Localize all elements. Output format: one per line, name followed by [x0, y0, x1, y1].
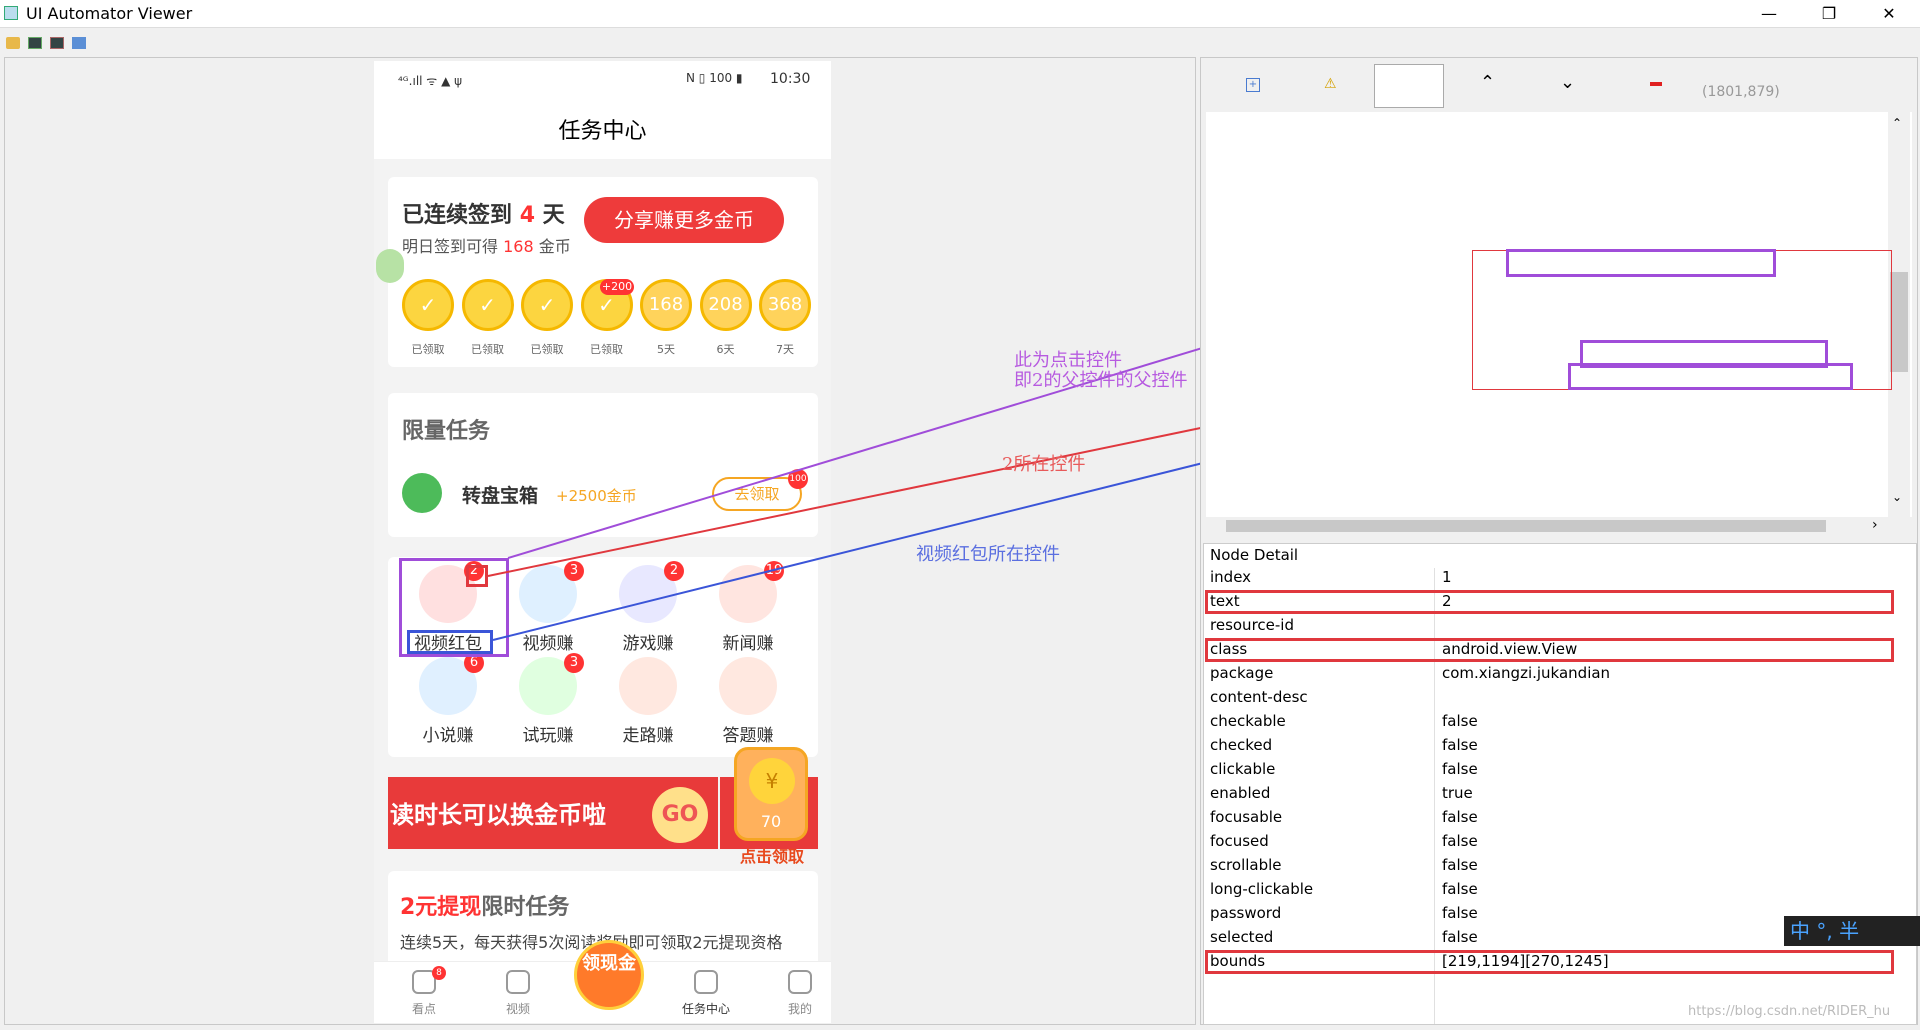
detail-key: focusable	[1210, 808, 1283, 826]
detail-key: password	[1210, 904, 1282, 922]
scroll-down-icon[interactable]: ⌄	[1892, 490, 1902, 504]
detail-key: resource-id	[1210, 616, 1294, 634]
hscroll-thumb[interactable]	[1226, 520, 1826, 532]
warning-icon[interactable]: ⚠	[1324, 76, 1337, 92]
tree-clicked-node-box	[1506, 249, 1776, 277]
cursor-coordinates: (1801,879)	[1702, 84, 1780, 100]
detail-value: false	[1442, 928, 1478, 946]
detail-key: checked	[1210, 736, 1273, 754]
detail-row[interactable]: focusable false	[1204, 808, 1916, 832]
detail-row[interactable]: enabled true	[1204, 784, 1916, 808]
ime-label: 中 °, 半	[1790, 919, 1860, 943]
detail-value: com.xiangzi.jukandian	[1442, 664, 1611, 682]
detail-key: content-desc	[1210, 688, 1308, 706]
detail-value: false	[1442, 856, 1478, 874]
detail-value: 1	[1442, 568, 1452, 586]
detail-key: checkable	[1210, 712, 1286, 730]
annot-red: 2所在控件	[1002, 454, 1086, 475]
detail-key: clickable	[1210, 760, 1276, 778]
watermark: https://blog.csdn.net/RIDER_hu	[1688, 1004, 1891, 1019]
detail-row[interactable]: index 1	[1204, 568, 1916, 592]
annot-purple-2: 即2的父控件的父控件	[1014, 370, 1188, 391]
detail-key: enabled	[1210, 784, 1271, 802]
scroll-up-icon[interactable]: ⌃	[1892, 116, 1902, 130]
detail-row[interactable]: scrollable false	[1204, 856, 1916, 880]
detail-value: false	[1442, 712, 1478, 730]
toggle-naf-icon[interactable]	[1650, 82, 1662, 86]
detail-row[interactable]: focused false	[1204, 832, 1916, 856]
detail-row[interactable]: checked false	[1204, 736, 1916, 760]
expand-all-icon[interactable]: +	[1246, 78, 1260, 92]
hierarchy-toolbar: + ⚠ ⌃ ⌄ (1801,879)	[1206, 62, 1912, 110]
tree-hscrollbar[interactable]: ›	[1206, 517, 1888, 535]
detail-value: false	[1442, 760, 1478, 778]
detail-key: scrollable	[1210, 856, 1282, 874]
bounds-row-highlight	[1205, 950, 1894, 974]
detail-row[interactable]: resource-id	[1204, 616, 1916, 640]
detail-key: selected	[1210, 928, 1274, 946]
detail-key: index	[1210, 568, 1252, 586]
detail-value: false	[1442, 832, 1478, 850]
detail-value: true	[1442, 784, 1473, 802]
detail-row[interactable]: content-desc	[1204, 688, 1916, 712]
class-row-highlight	[1205, 638, 1894, 662]
detail-value: false	[1442, 904, 1478, 922]
detail-key: long-clickable	[1210, 880, 1314, 898]
scroll-right-icon[interactable]: ›	[1872, 517, 1878, 533]
detail-value: false	[1442, 808, 1478, 826]
detail-key: package	[1210, 664, 1274, 682]
detail-value: false	[1442, 736, 1478, 754]
scroll-thumb[interactable]	[1890, 272, 1908, 372]
detail-row[interactable]: long-clickable false	[1204, 880, 1916, 904]
text-row-highlight	[1205, 590, 1894, 614]
ime-indicator[interactable]: 中 °, 半	[1784, 916, 1920, 946]
detail-row[interactable]: package com.xiangzi.jukandian	[1204, 664, 1916, 688]
tree-label-node-box	[1568, 363, 1853, 390]
detail-key: focused	[1210, 832, 1269, 850]
detail-row[interactable]: clickable false	[1204, 760, 1916, 784]
filter-box[interactable]	[1374, 64, 1444, 108]
detail-row[interactable]: checkable false	[1204, 712, 1916, 736]
detail-value: false	[1442, 880, 1478, 898]
previous-node-icon[interactable]: ⌃	[1480, 72, 1495, 93]
annot-blue: 视频红包所在控件	[916, 544, 1060, 565]
node-detail-title: Node Detail	[1210, 546, 1299, 564]
next-node-icon[interactable]: ⌄	[1560, 72, 1575, 93]
